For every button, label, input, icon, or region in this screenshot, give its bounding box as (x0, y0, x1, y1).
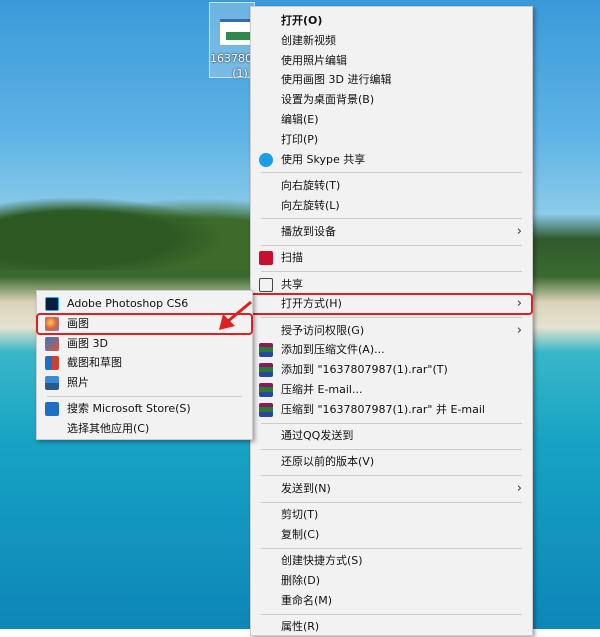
menu-item[interactable]: 发送到(N) › (251, 479, 532, 499)
menu-item[interactable]: 授予访问权限(G) › (251, 321, 532, 341)
menu-item-label: 创建快捷方式(S) (281, 554, 363, 568)
menu-item[interactable]: 共享 (251, 275, 532, 295)
menu-item-label: 扫描 (281, 251, 303, 265)
winrar-icon (259, 383, 273, 398)
menu-item[interactable]: 还原以前的版本(V) (251, 452, 532, 472)
menu-item[interactable]: 截图和草图 (37, 353, 252, 373)
menu-item-label: 属性(R) (281, 620, 320, 634)
menu-item[interactable]: 选择其他应用(C) (37, 419, 252, 439)
menu-item-label: 设置为桌面背景(B) (281, 93, 375, 107)
chevron-right-icon: › (516, 322, 522, 338)
menu-item-label: 使用画图 3D 进行编辑 (281, 73, 392, 87)
menu-item-label: 照片 (67, 376, 89, 390)
winrar-icon (259, 402, 273, 417)
menu-item[interactable]: 创建新视频 (251, 31, 532, 51)
menu-item-label: 还原以前的版本(V) (281, 455, 375, 469)
menu-item-label: 剪切(T) (281, 508, 319, 522)
menu-item-label: 截图和草图 (67, 356, 122, 370)
menu-item-label: 使用照片编辑 (281, 53, 347, 67)
menu-item[interactable]: 扫描 (251, 248, 532, 268)
menu-item-label: 播放到设备 (281, 224, 336, 238)
wallpaper-trees (0, 190, 250, 270)
menu-item-label: 添加到压缩文件(A)... (281, 343, 385, 357)
menu-item-label: 通过QQ发送到 (281, 429, 354, 443)
menu-item[interactable]: 编辑(E) (251, 110, 532, 130)
menu-item-label: 向右旋转(T) (281, 178, 341, 192)
menu-item-label: 向左旋转(L) (281, 198, 340, 212)
paint3d-icon (45, 336, 59, 351)
menu-item-label: 搜索 Microsoft Store(S) (67, 402, 191, 416)
menu-item-label: 添加到 "1637807987(1).rar"(T) (281, 363, 448, 377)
context-menu: 打开(O) 创建新视频使用照片编辑使用画图 3D 进行编辑 设置为桌面背景(B) 编辑… (250, 6, 533, 636)
menu-item-label: Adobe Photoshop CS6 (67, 297, 189, 310)
menu-item-label: 选择其他应用(C) (67, 422, 150, 436)
menu-item[interactable]: 通过QQ发送到 (251, 426, 532, 446)
share-icon (259, 277, 273, 292)
menu-item[interactable]: 打开(O) (251, 11, 532, 31)
menu-item[interactable]: 设置为桌面背景(B) (251, 90, 532, 110)
menu-item-label: 发送到(N) (281, 481, 331, 495)
menu-item-label: 复制(C) (281, 527, 320, 541)
photoshop-icon (45, 297, 59, 311)
menu-item-label: 打开方式(H) (281, 297, 342, 311)
menu-item[interactable]: 属性(R) (251, 617, 532, 637)
menu-item[interactable]: 打开方式(H) › (250, 293, 533, 316)
menu-item-label: 压缩并 E-mail... (281, 383, 363, 397)
menu-item[interactable]: 删除(D) (251, 571, 532, 591)
menu-item[interactable]: 压缩并 E-mail... (251, 380, 532, 400)
chevron-right-icon: › (516, 223, 522, 239)
mcafee-icon (259, 251, 273, 266)
menu-item-label: 画图 (67, 316, 89, 330)
menu-item[interactable]: 添加到 "1637807987(1).rar"(T) (251, 360, 532, 380)
menu-item[interactable]: 使用 Skype 共享 (251, 150, 532, 170)
menu-item[interactable]: 添加到压缩文件(A)... (251, 340, 532, 360)
store-icon (45, 402, 59, 417)
menu-item[interactable]: 创建快捷方式(S) (251, 551, 532, 571)
snip-sketch-icon (45, 356, 59, 371)
menu-item-label: 授予访问权限(G) (281, 323, 365, 337)
chevron-right-icon: › (516, 480, 522, 496)
menu-item[interactable]: 向左旋转(L) (251, 196, 532, 216)
menu-item[interactable]: 剪切(T) (251, 505, 532, 525)
menu-item[interactable]: 画图 3D (37, 334, 252, 354)
menu-item-label: 共享 (281, 277, 303, 291)
menu-item-label: 删除(D) (281, 573, 321, 587)
winrar-icon (259, 363, 273, 378)
menu-item-label: 压缩到 "1637807987(1).rar" 并 E-mail (281, 402, 485, 416)
menu-item[interactable]: 打印(P) (251, 130, 532, 150)
menu-item[interactable]: 复制(C) (251, 525, 532, 545)
menu-item-label: 打印(P) (281, 132, 319, 146)
menu-item-label: 编辑(E) (281, 112, 319, 126)
desktop-file-icon[interactable]: 1637807987 (1) (209, 2, 280, 80)
menu-item[interactable]: 压缩到 "1637807987(1).rar" 并 E-mail (251, 400, 532, 420)
menu-item-label: 画图 3D (67, 336, 108, 350)
menu-item[interactable]: 向右旋转(T) (251, 176, 532, 196)
menu-item[interactable]: 重命名(M) (251, 591, 532, 611)
menu-item-label: 重命名(M) (281, 593, 333, 607)
winrar-icon (259, 343, 273, 358)
chevron-right-icon: › (516, 296, 522, 312)
menu-item-label: 打开(O) (281, 14, 323, 27)
menu-item[interactable]: 使用画图 3D 进行编辑 (251, 70, 532, 90)
skype-icon (259, 152, 273, 167)
menu-item[interactable]: 搜索 Microsoft Store(S) (37, 399, 252, 419)
menu-item[interactable]: 播放到设备 › (251, 222, 532, 242)
paint-icon (45, 316, 59, 331)
menu-item-label: 创建新视频 (281, 33, 336, 47)
menu-item-label: 使用 Skype 共享 (281, 152, 366, 166)
menu-item[interactable]: 使用照片编辑 (251, 51, 532, 71)
photos-icon (45, 376, 59, 391)
annotation-arrow (219, 300, 252, 330)
menu-item[interactable]: 照片 (37, 373, 252, 393)
